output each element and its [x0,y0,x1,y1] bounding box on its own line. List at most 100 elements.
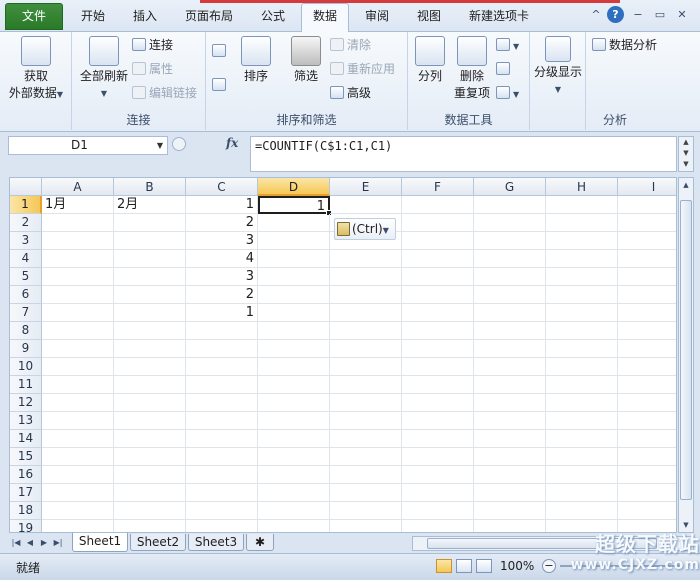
outline-button[interactable]: 分级显示 ▼ [532,36,584,98]
cell-i8[interactable] [618,322,676,340]
sheet-tab-sheet2[interactable]: Sheet2 [130,534,186,551]
tab-home[interactable]: 开始 [72,6,114,32]
cell-d10[interactable] [258,358,330,376]
cell-i13[interactable] [618,412,676,430]
row-header-6[interactable]: 6 [10,286,42,304]
cell-a16[interactable] [42,466,114,484]
row-header-16[interactable]: 16 [10,466,42,484]
cell-e5[interactable] [330,268,402,286]
cell-a9[interactable] [42,340,114,358]
cell-d15[interactable] [258,448,330,466]
cell-d13[interactable] [258,412,330,430]
paste-options-button[interactable]: (Ctrl)▼ [334,218,396,240]
cell-g8[interactable] [474,322,546,340]
row-header-19[interactable]: 19 [10,520,42,532]
cell-c12[interactable] [186,394,258,412]
cell-d3[interactable] [258,232,330,250]
cell-f18[interactable] [402,502,474,520]
cell-e9[interactable] [330,340,402,358]
cell-d8[interactable] [258,322,330,340]
zoom-level[interactable]: 100% [500,559,534,573]
normal-view-icon[interactable] [436,559,452,573]
cell-b9[interactable] [114,340,186,358]
cell-c9[interactable] [186,340,258,358]
cell-f9[interactable] [402,340,474,358]
text-to-columns-button[interactable]: 分列 [414,36,446,85]
cell-a17[interactable] [42,484,114,502]
name-box[interactable]: D1 ▼ [8,136,168,155]
vertical-scrollbar[interactable]: ▲ ▼ [678,177,694,533]
cell-f6[interactable] [402,286,474,304]
properties-button[interactable]: 属性 [132,60,173,78]
tab-review[interactable]: 审阅 [356,6,398,32]
cell-c5[interactable]: 3 [186,268,258,286]
row-header-18[interactable]: 18 [10,502,42,520]
cell-c13[interactable] [186,412,258,430]
cell-h4[interactable] [546,250,618,268]
column-header-c[interactable]: C [186,178,258,196]
cell-i16[interactable] [618,466,676,484]
cell-g14[interactable] [474,430,546,448]
cell-h1[interactable] [546,196,618,214]
cell-d4[interactable] [258,250,330,268]
cell-f12[interactable] [402,394,474,412]
cell-d18[interactable] [258,502,330,520]
cell-i18[interactable] [618,502,676,520]
name-box-dropdown-icon[interactable]: ▼ [157,137,163,154]
cell-h18[interactable] [546,502,618,520]
worksheet-grid[interactable]: A B C D E F G H I 1 1月 2月 1 1 2 2 3 3 4 4 5 3 6 2 7 1 8 9 10 11 12 13 14… [9,177,677,533]
sort-button[interactable]: 排序 [236,36,276,85]
cell-c2[interactable]: 2 [186,214,258,232]
row-header-17[interactable]: 17 [10,484,42,502]
cell-d7[interactable] [258,304,330,322]
cell-b4[interactable] [114,250,186,268]
cell-i3[interactable] [618,232,676,250]
cell-h17[interactable] [546,484,618,502]
vertical-scroll-thumb[interactable] [680,200,692,500]
cell-b1[interactable]: 2月 [114,196,186,214]
cell-g15[interactable] [474,448,546,466]
cell-b3[interactable] [114,232,186,250]
cell-c11[interactable] [186,376,258,394]
cell-h8[interactable] [546,322,618,340]
cell-g18[interactable] [474,502,546,520]
cell-g4[interactable] [474,250,546,268]
cell-h15[interactable] [546,448,618,466]
insert-function-icon[interactable]: fx [226,136,238,150]
cell-h12[interactable] [546,394,618,412]
prev-sheet-icon[interactable]: ◀ [24,536,36,550]
sort-asc-button[interactable] [212,42,229,60]
tab-file[interactable]: 文件 [5,3,63,30]
column-header-g[interactable]: G [474,178,546,196]
cell-i6[interactable] [618,286,676,304]
cell-c10[interactable] [186,358,258,376]
cell-g3[interactable] [474,232,546,250]
clear-filter-button[interactable]: 清除 [330,36,371,54]
cell-d11[interactable] [258,376,330,394]
cell-e15[interactable] [330,448,402,466]
cell-c1[interactable]: 1 [186,196,258,214]
consolidate-button[interactable] [496,60,513,78]
data-analysis-button[interactable]: 数据分析 [592,36,657,54]
row-header-2[interactable]: 2 [10,214,42,232]
cell-d12[interactable] [258,394,330,412]
cell-c18[interactable] [186,502,258,520]
page-layout-view-icon[interactable] [456,559,472,573]
row-header-1[interactable]: 1 [10,196,42,214]
cell-e10[interactable] [330,358,402,376]
tab-formulas[interactable]: 公式 [252,6,294,32]
column-header-e[interactable]: E [330,178,402,196]
last-sheet-icon[interactable]: ▶| [52,536,64,550]
cell-i14[interactable] [618,430,676,448]
cell-d17[interactable] [258,484,330,502]
cell-a1[interactable]: 1月 [42,196,114,214]
cell-e6[interactable] [330,286,402,304]
cell-b16[interactable] [114,466,186,484]
cell-a10[interactable] [42,358,114,376]
row-header-12[interactable]: 12 [10,394,42,412]
row-header-10[interactable]: 10 [10,358,42,376]
connections-button[interactable]: 连接 [132,36,173,54]
tab-new[interactable]: 新建选项卡 [458,6,540,32]
sort-desc-button[interactable] [212,76,229,94]
column-header-b[interactable]: B [114,178,186,196]
